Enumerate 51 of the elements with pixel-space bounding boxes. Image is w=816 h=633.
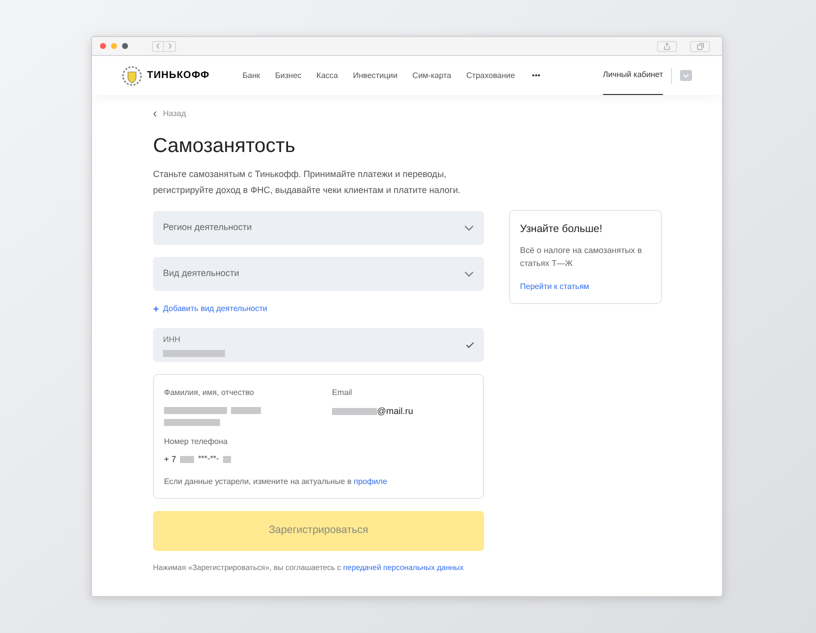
- forward-icon[interactable]: [164, 40, 176, 52]
- zoom-button[interactable]: [122, 43, 128, 49]
- field-label: Номер телефона: [164, 436, 229, 448]
- dropdown-button[interactable]: [680, 70, 692, 81]
- select-field[interactable]: Вид деятельности: [153, 257, 484, 291]
- share-icon[interactable]: [657, 40, 677, 52]
- field-label: Фамилия, имя, отчество: [164, 387, 255, 399]
- profile-note: Если данные устарели, измените на актуальные в профиле: [164, 476, 388, 488]
- redacted-text: [231, 407, 261, 414]
- phone-prefix: + 7: [164, 453, 176, 466]
- chevron-left-icon: [153, 111, 157, 117]
- nav-link[interactable]: Сим-карта: [412, 70, 452, 82]
- nav-link[interactable]: Касса: [316, 70, 338, 82]
- nav-link[interactable]: Страхование: [466, 70, 515, 82]
- page-title: Самозанятость: [153, 134, 296, 158]
- nav-link[interactable]: Бизнес: [275, 70, 302, 82]
- chevron-down-icon: [464, 271, 474, 277]
- more-menu[interactable]: •••: [532, 70, 540, 82]
- redacted-text: [163, 350, 225, 356]
- minimize-button[interactable]: [111, 43, 117, 49]
- redacted-text: [332, 408, 377, 416]
- chevron-down-icon: [464, 225, 474, 231]
- brand-name: ТИНЬКОФФ: [147, 69, 210, 83]
- account-tab[interactable]: Личный кабинет: [602, 56, 663, 95]
- back-icon[interactable]: [152, 40, 164, 52]
- redacted-text: [164, 407, 227, 414]
- redacted-text: [180, 456, 194, 463]
- redacted-text: [222, 456, 231, 463]
- card-text: Всё о налоге на самозанятых в статьях Т—Ж: [520, 244, 643, 270]
- coat-of-arms-logo-icon: [122, 66, 142, 86]
- nav-link[interactable]: Банк: [242, 70, 260, 82]
- plus-icon: [153, 306, 159, 312]
- nav-link[interactable]: Инвестиции: [352, 70, 398, 82]
- back-link[interactable]: Назад: [153, 108, 484, 120]
- add-activity-link[interactable]: Добавить вид деятельности: [153, 303, 484, 315]
- close-button[interactable]: [100, 43, 106, 49]
- chevron-down-icon: [683, 74, 689, 78]
- phone-mask: ***-**-: [198, 453, 219, 466]
- select-placeholder: Вид деятельности: [163, 267, 240, 280]
- intro-text: Станьте самозанятым с Тинькофф. Принимайте платежи и переводы, регистрируйте доход в ФНС, выдавайте чеки клиентам и платите налоги.: [153, 168, 462, 197]
- select-field[interactable]: Регион деятельности: [153, 211, 484, 245]
- profile-link[interactable]: профиле: [354, 476, 388, 486]
- card-title: Узнайте больше!: [520, 222, 604, 237]
- field-label: ИНН: [163, 334, 182, 346]
- tabs-icon[interactable]: [690, 40, 710, 52]
- field-label: Email: [332, 387, 354, 399]
- articles-link[interactable]: Перейти к статьям: [520, 280, 651, 293]
- select-placeholder: Регион деятельности: [163, 221, 252, 234]
- email-value: @mail.ru: [377, 405, 414, 418]
- redacted-text: [164, 419, 220, 426]
- inn-field[interactable]: ИНН: [153, 328, 484, 362]
